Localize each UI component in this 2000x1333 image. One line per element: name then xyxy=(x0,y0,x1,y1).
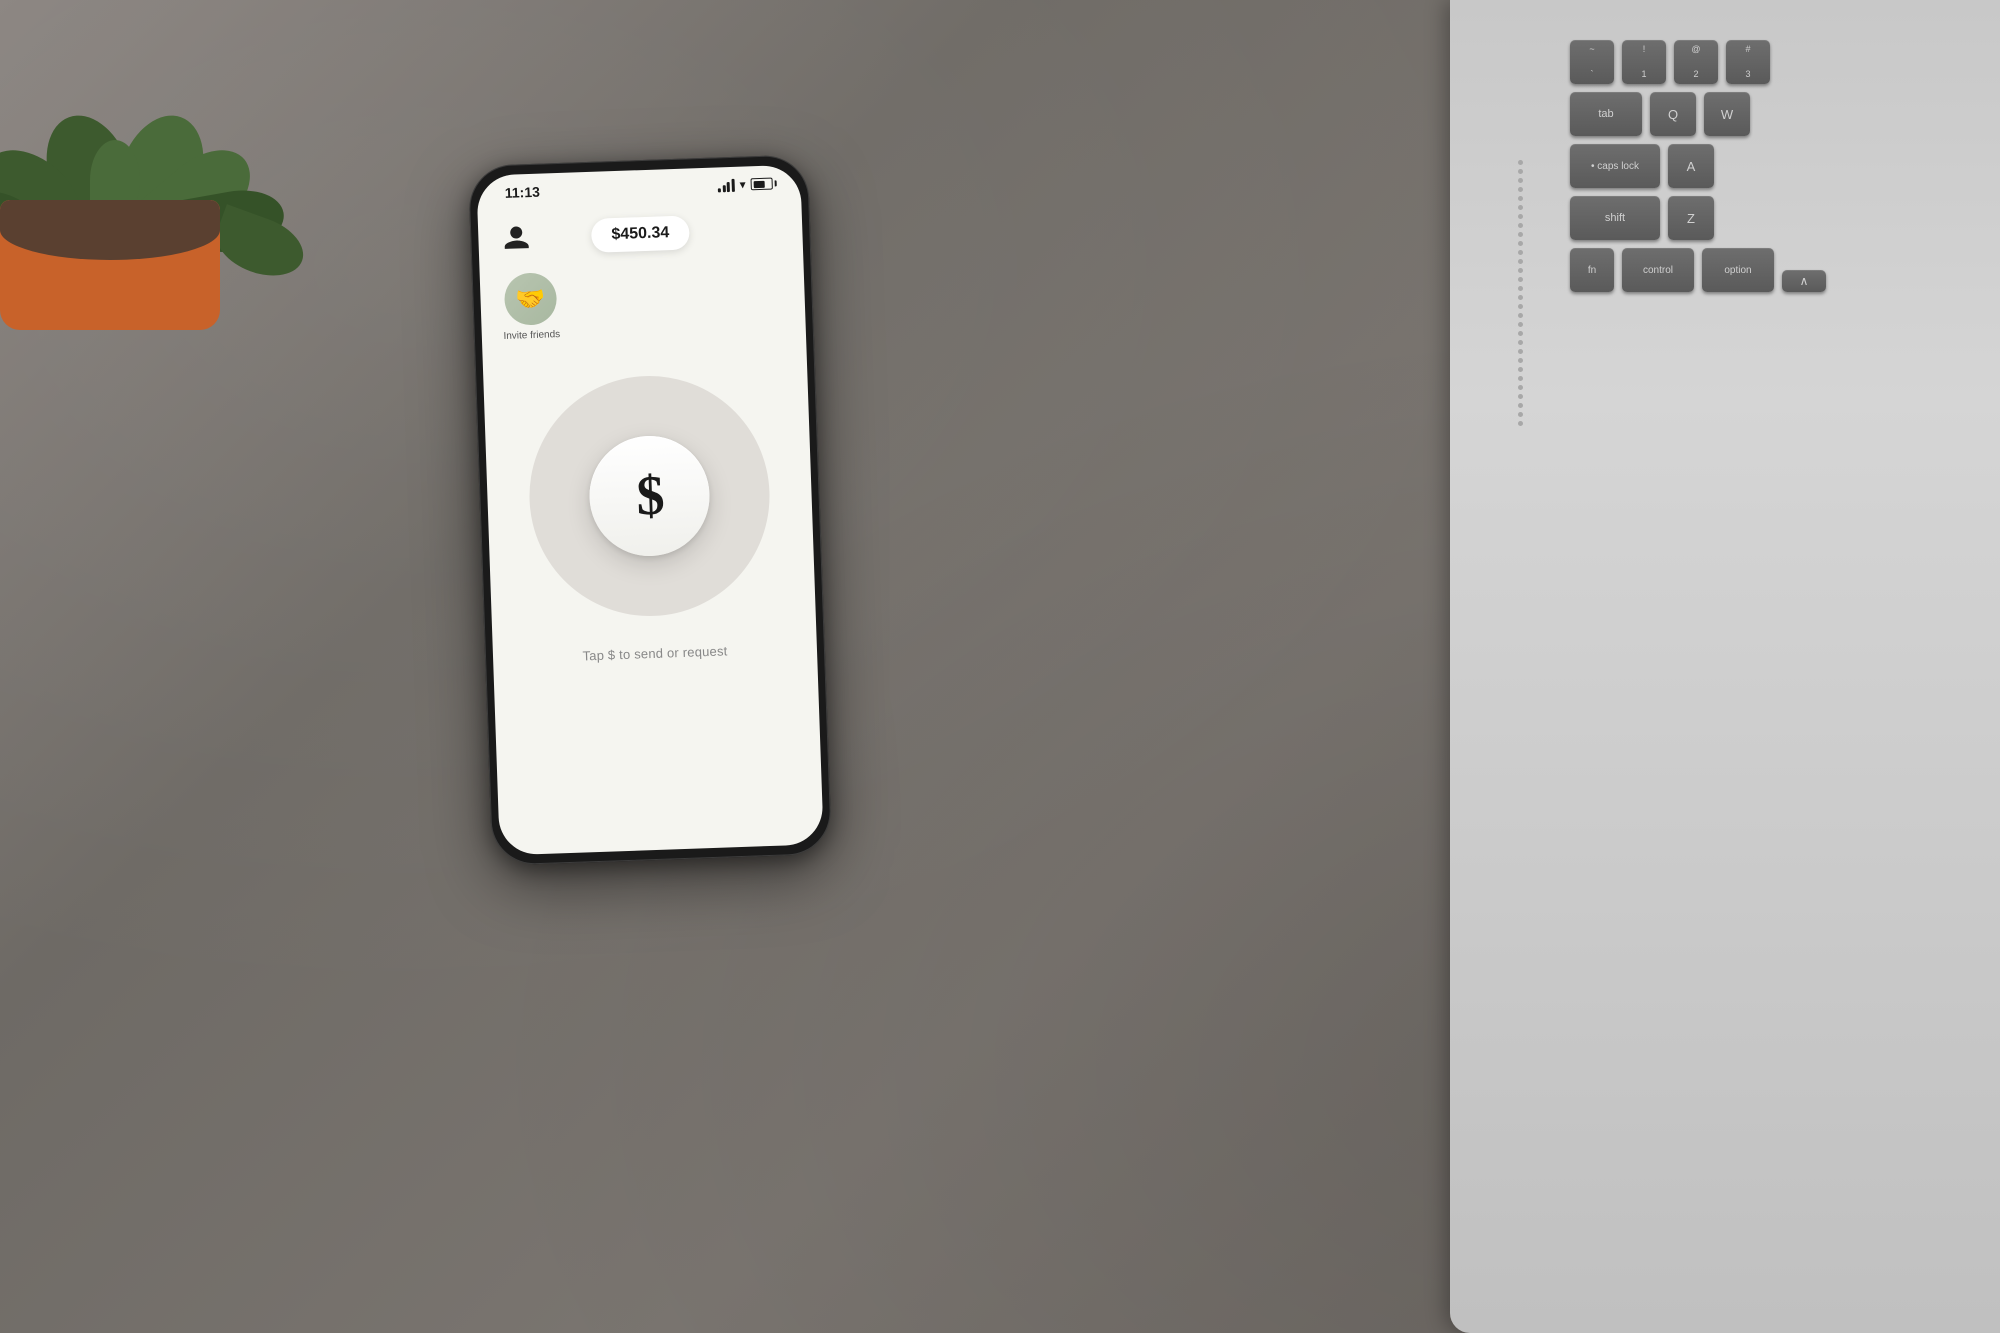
key-fn[interactable]: fn xyxy=(1570,248,1614,292)
key-1[interactable]: !1 xyxy=(1622,40,1666,84)
key-tilde[interactable]: ~` xyxy=(1570,40,1614,84)
phone-screen: 11:13 ▾ xyxy=(476,165,824,856)
keyboard-row-2: tab Q W xyxy=(1570,92,1980,136)
laptop-body: ~` !1 @2 #3 tab Q W xyxy=(1450,0,2000,1333)
phone-mockup: 11:13 ▾ xyxy=(468,154,832,865)
invite-section: 🤝 Invite friends xyxy=(479,252,806,356)
succulent-plant xyxy=(0,0,260,230)
key-control[interactable]: control xyxy=(1622,248,1694,292)
key-3[interactable]: #3 xyxy=(1726,40,1770,84)
dollar-button[interactable]: $ xyxy=(587,434,711,558)
key-q[interactable]: Q xyxy=(1650,92,1696,136)
invite-label: Invite friends xyxy=(503,329,560,343)
key-w[interactable]: W xyxy=(1704,92,1750,136)
keyboard-row-3: • caps lock A xyxy=(1570,144,1980,188)
key-arrow-up[interactable]: ∧ xyxy=(1782,270,1826,292)
dollar-sign-icon: $ xyxy=(636,468,664,525)
main-action-area: $ Tap $ to send or request xyxy=(483,370,817,666)
invite-emoji: 🤝 xyxy=(515,284,546,314)
key-tab[interactable]: tab xyxy=(1570,92,1642,136)
keyboard: ~` !1 @2 #3 tab Q W xyxy=(1570,40,1980,300)
profile-button[interactable] xyxy=(498,220,535,257)
plant-pot xyxy=(0,200,220,330)
key-shift[interactable]: shift xyxy=(1570,196,1660,240)
wifi-icon: ▾ xyxy=(739,177,746,191)
phone-body: 11:13 ▾ xyxy=(468,154,832,865)
key-a[interactable]: A xyxy=(1668,144,1714,188)
laptop: ~` !1 @2 #3 tab Q W xyxy=(1380,0,2000,1333)
balance-amount: $450.34 xyxy=(611,224,669,243)
invite-friends-item[interactable]: 🤝 Invite friends xyxy=(500,272,562,343)
key-z[interactable]: Z xyxy=(1668,196,1714,240)
speaker-grille xyxy=(1480,160,1560,660)
invite-icon: 🤝 xyxy=(504,272,558,326)
keyboard-row-4: shift Z xyxy=(1570,196,1980,240)
status-icons: ▾ xyxy=(718,177,773,193)
key-capslock[interactable]: • caps lock xyxy=(1570,144,1660,188)
status-time: 11:13 xyxy=(505,184,541,201)
key-option[interactable]: option xyxy=(1702,248,1774,292)
profile-icon xyxy=(502,224,531,253)
circle-background: $ xyxy=(525,372,773,620)
plant-decoration xyxy=(0,0,340,360)
keyboard-row-1: ~` !1 @2 #3 xyxy=(1570,40,1980,84)
signal-icon xyxy=(718,178,735,192)
balance-display: $450.34 xyxy=(591,215,690,252)
key-2[interactable]: @2 xyxy=(1674,40,1718,84)
keyboard-row-5: fn control option ∧ xyxy=(1570,248,1980,292)
app-content: $450.34 🤝 Invite friends xyxy=(477,201,823,856)
tap-hint-text: Tap $ to send or request xyxy=(582,643,727,663)
battery-icon xyxy=(750,178,772,191)
